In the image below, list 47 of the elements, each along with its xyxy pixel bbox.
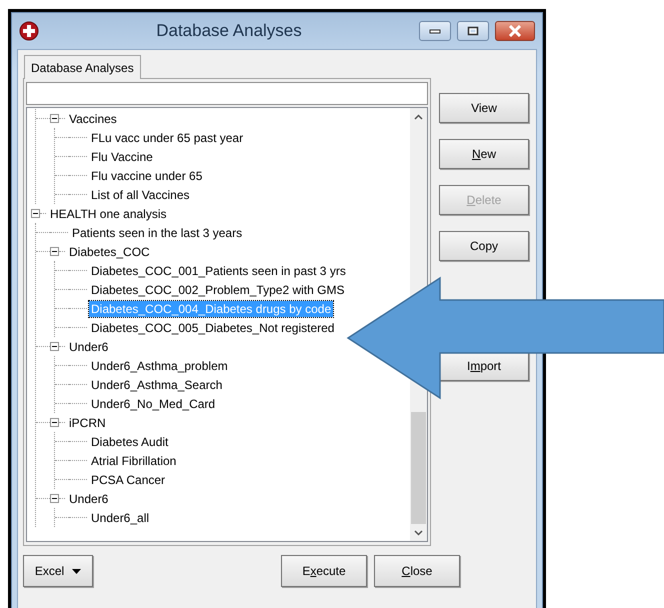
window-title: Database Analyses <box>155 21 303 41</box>
collapse-icon[interactable] <box>50 247 59 256</box>
tree-item[interactable]: Flu vaccine under 65 <box>89 168 204 184</box>
action-button[interactable]: View <box>439 93 529 123</box>
chevron-up-icon[interactable] <box>414 114 423 120</box>
tree-item[interactable]: Flu Vaccine <box>89 148 155 164</box>
tree-item[interactable]: List of all Vaccines <box>89 186 192 202</box>
minimize-button[interactable] <box>419 21 451 41</box>
tree-item[interactable]: Diabetes_COC_001_Patients seen in past 3 yrs <box>89 262 348 278</box>
chevron-down-icon[interactable] <box>414 530 423 536</box>
collapse-icon[interactable] <box>31 209 40 218</box>
action-button[interactable]: New <box>439 139 529 169</box>
minimize-icon <box>429 28 441 34</box>
tree-item[interactable]: Diabetes_COC_005_Diabetes_Not registered <box>89 320 336 336</box>
tree-item[interactable]: Under6_all <box>89 510 152 526</box>
tree-item[interactable]: Under6_Asthma_problem <box>89 358 230 374</box>
collapse-icon[interactable] <box>50 114 59 123</box>
tree-item[interactable]: FLu vacc under 65 past year <box>89 130 246 146</box>
tree-item[interactable]: Vaccines <box>67 110 119 126</box>
maximize-button[interactable] <box>457 21 489 41</box>
scrollbar-thumb[interactable] <box>411 412 426 524</box>
caret-down-icon <box>72 568 82 574</box>
collapse-icon[interactable] <box>50 494 59 503</box>
action-button[interactable]: Copy <box>439 231 529 261</box>
collapse-icon[interactable] <box>50 418 59 427</box>
tab[interactable]: Database Analyses <box>24 55 141 79</box>
maximize-icon <box>467 26 479 36</box>
close-icon <box>508 25 522 37</box>
tree-item[interactable]: iPCRN <box>67 414 108 430</box>
tree-item[interactable]: Diabetes Audit <box>89 434 170 450</box>
tree-item[interactable]: Under6 <box>67 490 110 506</box>
tree-item[interactable]: Under6_No_Med_Card <box>89 396 218 412</box>
action-button[interactable]: Close <box>374 555 460 587</box>
close-button[interactable] <box>495 21 535 41</box>
tree-item[interactable]: Under6_Asthma_Search <box>89 376 224 392</box>
collapse-icon[interactable] <box>50 342 59 351</box>
dropdown-button[interactable]: Excel <box>23 555 93 587</box>
tree-item[interactable]: Atrial Fibrillation <box>89 452 178 468</box>
tree-item[interactable]: PCSA Cancer <box>89 472 168 488</box>
tree-item[interactable]: HEALTH one analysis <box>48 206 168 222</box>
tree-item[interactable]: Diabetes_COC <box>67 244 152 260</box>
search-field[interactable] <box>26 82 428 105</box>
plus-circle-icon <box>19 21 39 41</box>
tree-item[interactable]: Diabetes_COC_002_Problem_Type2 with GMS <box>89 282 346 298</box>
action-button[interactable]: Execute <box>281 555 367 587</box>
tree-item[interactable]: Patients seen in the last 3 years <box>70 224 244 240</box>
tree-item[interactable]: Under6 <box>67 338 110 354</box>
